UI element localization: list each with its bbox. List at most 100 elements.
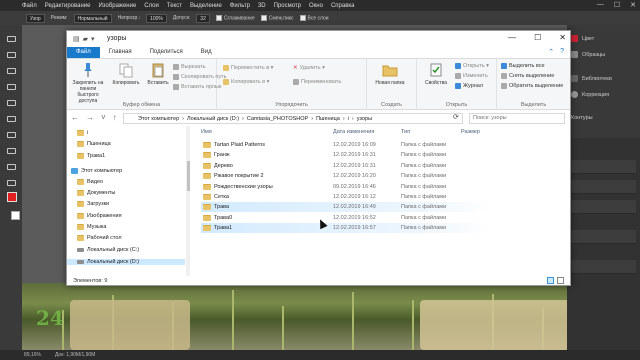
breadcrumb-chevron-icon[interactable]: ›: [343, 116, 345, 122]
help-icon[interactable]: ?: [560, 48, 564, 56]
column-date-modified[interactable]: Дата изменения: [333, 129, 374, 135]
panel-color[interactable]: Цвет: [571, 35, 594, 42]
nav-scrollbar[interactable]: [186, 126, 190, 276]
pin-quick-access-button[interactable]: Закрепить на панели быстрого доступа: [69, 62, 107, 104]
copy-button[interactable]: Копировать: [109, 62, 143, 86]
maximize-button[interactable]: ☐: [534, 33, 541, 42]
maximize-icon[interactable]: ☐: [614, 1, 620, 9]
nav-scrollbar-thumb[interactable]: [187, 161, 190, 191]
tab-home[interactable]: Главная: [100, 47, 141, 58]
layer-row[interactable]: [570, 160, 636, 174]
tab-view[interactable]: Вид: [192, 47, 221, 58]
layer-row[interactable]: [570, 230, 636, 244]
menu-layers[interactable]: Слои: [144, 3, 159, 9]
menu-select[interactable]: Выделение: [190, 3, 222, 9]
up-arrow-icon[interactable]: ↑: [113, 113, 117, 122]
cut-button[interactable]: Вырезать: [173, 64, 205, 70]
minimize-icon[interactable]: —: [597, 1, 604, 9]
file-row[interactable]: Рождественские узоры 09.02.2019 16:46 Папк…: [201, 182, 491, 192]
menu-image[interactable]: Изображение: [98, 3, 136, 9]
nav-item[interactable]: Изображения: [77, 213, 122, 219]
foreground-color-swatch[interactable]: [7, 192, 17, 202]
delete-button[interactable]: ✕ Удалить ▾: [293, 65, 325, 71]
large-icons-view-icon[interactable]: [557, 277, 564, 284]
nav-item[interactable]: Локальный диск (C:): [77, 247, 139, 253]
menu-filter[interactable]: Фильтр: [230, 3, 250, 9]
tab-file[interactable]: Файл: [67, 47, 100, 58]
panel-swatches[interactable]: Образцы: [571, 51, 605, 58]
eyedropper-tool-icon[interactable]: [4, 113, 17, 123]
all-layers-option[interactable]: Все слои: [299, 14, 329, 21]
close-button[interactable]: ✕: [559, 33, 566, 42]
marquee-tool-icon[interactable]: [4, 49, 17, 59]
recent-chevron-icon[interactable]: ˅: [101, 113, 106, 122]
nav-item[interactable]: Видео: [77, 179, 103, 185]
close-icon[interactable]: ✕: [630, 1, 636, 9]
rename-button[interactable]: Переименовать: [293, 79, 341, 85]
file-row[interactable]: Tartan Plaid Patterns 12.02.2019 16:09 Пап…: [201, 140, 491, 150]
layer-row[interactable]: [570, 200, 636, 214]
antialias-option[interactable]: Сглаживание: [215, 14, 255, 21]
background-color-swatch[interactable]: [11, 211, 20, 220]
open-button[interactable]: Открыть ▾: [455, 63, 489, 69]
copy-to-button[interactable]: Копировать в ▾: [223, 79, 269, 85]
address-part[interactable]: узоры: [357, 116, 372, 122]
history-button[interactable]: Журнал: [455, 83, 483, 89]
tab-share[interactable]: Поделиться: [141, 47, 192, 58]
layer-row[interactable]: [570, 260, 636, 274]
breadcrumb-chevron-icon[interactable]: ›: [352, 116, 354, 122]
menu-view[interactable]: Просмотр: [274, 3, 301, 9]
paste-button[interactable]: Вставить: [141, 62, 175, 86]
contiguous-checkbox[interactable]: [260, 14, 267, 21]
folder-quick-icon[interactable]: ▰: [83, 35, 88, 43]
menu-type[interactable]: Текст: [167, 3, 182, 9]
file-row[interactable]: Сетка 12.02.2019 16:12 Папка с файлами: [201, 192, 491, 202]
column-type[interactable]: Тип: [401, 129, 410, 135]
file-row[interactable]: Гранж 12.02.2019 16:31 Папка с файлами: [201, 150, 491, 160]
move-tool-icon[interactable]: [4, 33, 17, 43]
address-part[interactable]: Этот компьютер: [138, 116, 179, 122]
nav-item[interactable]: Документы: [77, 190, 115, 196]
forward-arrow-icon[interactable]: →: [86, 113, 94, 122]
healing-tool-icon[interactable]: [4, 129, 17, 139]
back-arrow-icon[interactable]: ←: [71, 113, 79, 122]
opacity-input[interactable]: 100%: [146, 13, 167, 23]
select-all-button[interactable]: Выделить все: [501, 63, 545, 69]
address-part[interactable]: Локальный диск (D:): [187, 116, 239, 122]
paste-shortcut-button[interactable]: Вставить ярлык: [173, 84, 221, 90]
zoom-level[interactable]: 89,16%: [24, 352, 41, 358]
eraser-tool-icon[interactable]: [4, 177, 17, 187]
panel-contours-tab[interactable]: Контуры: [571, 115, 593, 121]
minimize-button[interactable]: —: [508, 33, 516, 42]
address-part[interactable]: i: [348, 116, 349, 122]
contiguous-option[interactable]: Смеж.пикс: [260, 14, 294, 21]
nav-item[interactable]: Рабочий стол: [77, 235, 122, 241]
panel-libraries[interactable]: Библиотеки: [571, 75, 612, 82]
magic-wand-tool-icon[interactable]: [4, 81, 17, 91]
nav-item[interactable]: Этот компьютер: [71, 168, 122, 174]
menu-file[interactable]: Файл: [22, 3, 37, 9]
file-row[interactable]: Дерево 12.02.2019 16:31 Папка с файлами: [201, 161, 491, 171]
brush-tool-icon[interactable]: [4, 145, 17, 155]
breadcrumb-chevron-icon[interactable]: ›: [242, 116, 244, 122]
address-part[interactable]: Camtasia_PHOTOSHOP: [247, 116, 308, 122]
properties-quick-icon[interactable]: ▤: [73, 35, 80, 43]
nav-item[interactable]: Трава1: [77, 153, 105, 159]
properties-button[interactable]: Свойства: [419, 62, 453, 86]
edit-button[interactable]: Изменить: [455, 73, 488, 79]
nav-item[interactable]: Музыка: [77, 224, 106, 230]
address-bar[interactable]: Этот компьютер › Локальный диск (D:) › Cam…: [123, 113, 463, 124]
details-view-icon[interactable]: [547, 277, 554, 284]
column-size[interactable]: Размер: [461, 129, 480, 135]
breadcrumb-chevron-icon[interactable]: ›: [182, 116, 184, 122]
fill-source-select[interactable]: Узор: [26, 13, 45, 23]
address-part[interactable]: Пшеница: [316, 116, 340, 122]
collapse-ribbon-icon[interactable]: ⌃: [548, 48, 554, 56]
nav-item[interactable]: Локальный диск (D:): [67, 259, 185, 265]
all-layers-checkbox[interactable]: [299, 14, 306, 21]
breadcrumb-chevron-icon[interactable]: ›: [311, 116, 313, 122]
explorer-titlebar[interactable]: ▤ ▰ ▾ узоры — ☐ ✕: [67, 31, 570, 47]
move-to-button[interactable]: Переместить в ▾: [223, 65, 273, 71]
menu-edit[interactable]: Редактирование: [45, 3, 91, 9]
nav-item[interactable]: Пшеница: [77, 141, 111, 147]
